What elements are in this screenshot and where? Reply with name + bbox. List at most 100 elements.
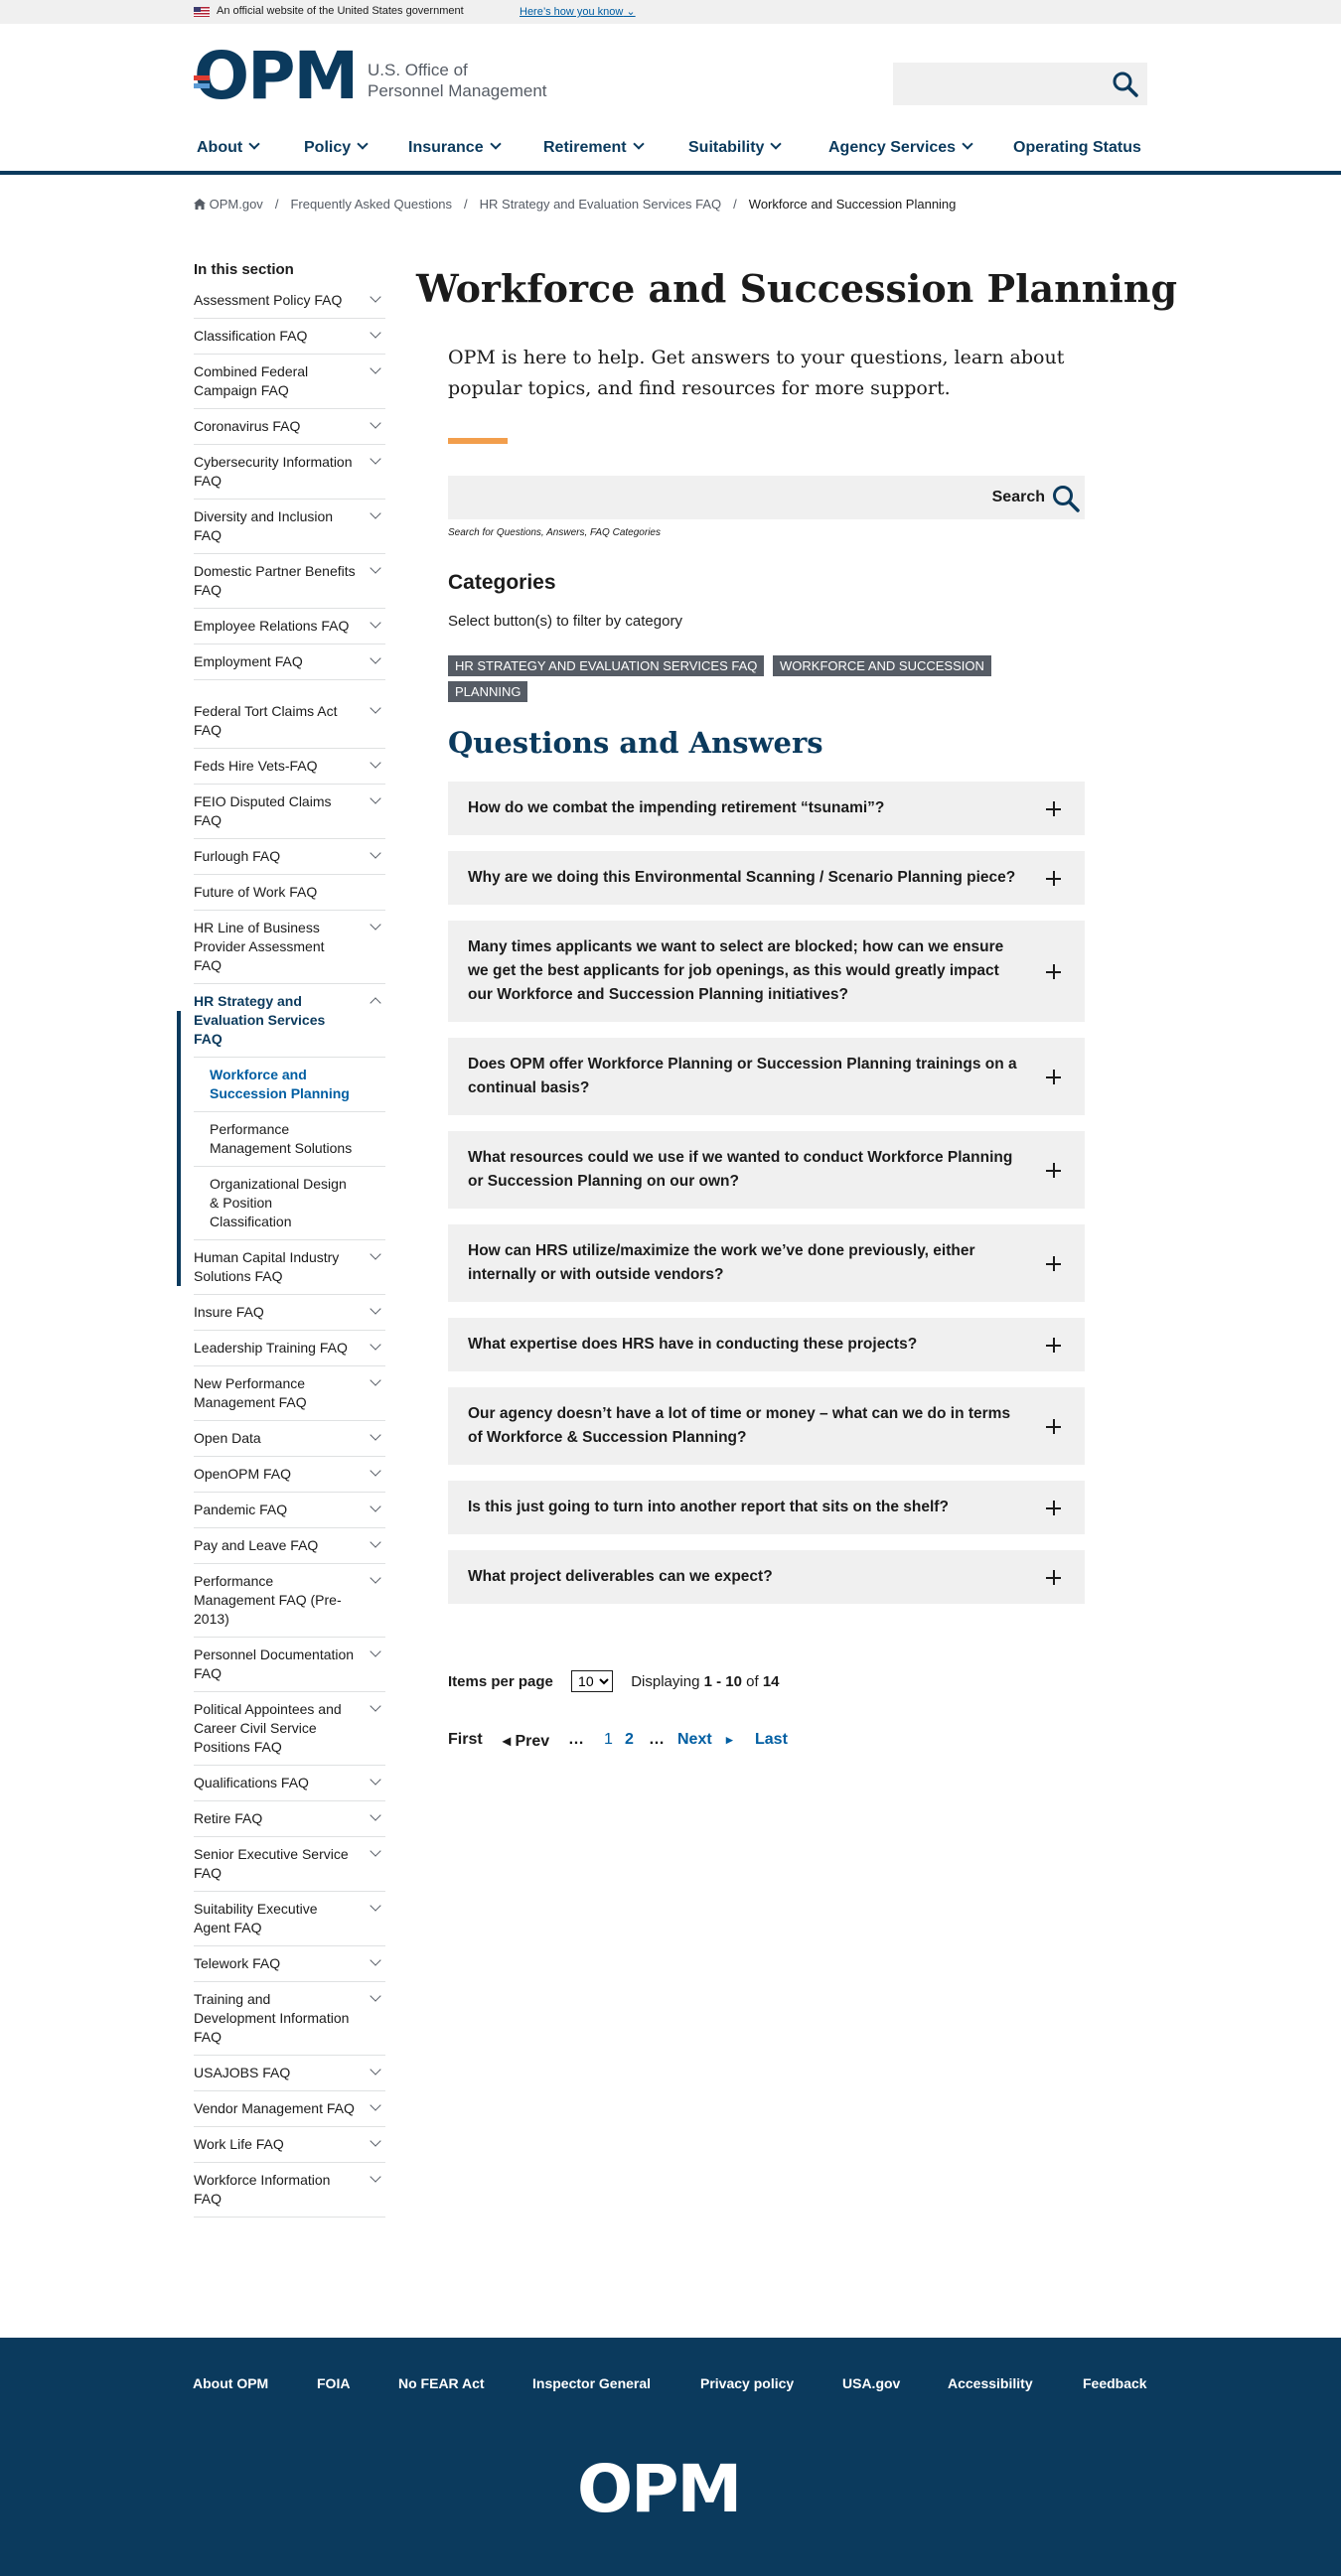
footer-link-about-opm[interactable]: About OPM <box>193 2375 268 2391</box>
qa-item[interactable]: What expertise does HRS have in conducti… <box>448 1318 1085 1371</box>
plus-icon[interactable] <box>1046 964 1061 979</box>
chevron-down-icon[interactable] <box>370 2171 381 2183</box>
next-arrow-icon[interactable]: ▸ <box>726 1732 733 1748</box>
qa-item[interactable]: Does OPM offer Workforce Planning or Suc… <box>448 1038 1085 1115</box>
qa-item[interactable]: Why are we doing this Environmental Scan… <box>448 851 1085 905</box>
chevron-down-icon[interactable] <box>370 327 381 339</box>
chevron-down-icon[interactable] <box>370 919 381 930</box>
chevron-down-icon[interactable] <box>370 2135 381 2147</box>
plus-icon[interactable] <box>1046 801 1061 816</box>
chevron-down-icon[interactable] <box>370 1339 381 1351</box>
footer-opm-logo[interactable]: OPM <box>577 2457 762 2522</box>
qa-item[interactable]: Is this just going to turn into another … <box>448 1481 1085 1534</box>
chevron-down-icon[interactable] <box>370 1845 381 1857</box>
qa-item[interactable]: How can HRS utilize/maximize the work we… <box>448 1224 1085 1302</box>
sidenav-item[interactable]: Senior Executive Service FAQ <box>194 1837 385 1892</box>
chevron-down-icon[interactable] <box>370 652 381 664</box>
chevron-up-icon[interactable] <box>370 997 381 1009</box>
breadcrumb-hr-strategy[interactable]: HR Strategy and Evaluation Services FAQ <box>480 197 722 212</box>
footer-link-feedback[interactable]: Feedback <box>1083 2375 1147 2391</box>
sidenav-item[interactable]: Political Appointees and Career Civil Se… <box>194 1692 385 1766</box>
chevron-down-icon[interactable] <box>370 1700 381 1712</box>
sidenav-item[interactable]: Combined Federal Campaign FAQ <box>194 355 385 409</box>
category-tag-hr-strategy[interactable]: HR STRATEGY AND EVALUATION SERVICES FAQ <box>448 655 765 676</box>
sidenav-item[interactable]: Vendor Management FAQ <box>194 2091 385 2127</box>
chevron-down-icon[interactable] <box>370 1374 381 1386</box>
qa-item[interactable]: How do we combat the impending retiremen… <box>448 782 1085 835</box>
nav-operating-status[interactable]: Operating Status <box>1013 139 1141 157</box>
chevron-down-icon[interactable] <box>370 417 381 429</box>
chevron-down-icon[interactable] <box>370 291 381 303</box>
chevron-down-icon[interactable] <box>370 1303 381 1315</box>
sidenav-item[interactable]: Human Capital Industry Solutions FAQ <box>194 1240 385 1295</box>
chevron-down-icon[interactable] <box>370 1774 381 1786</box>
footer-link-foia[interactable]: FOIA <box>317 2375 350 2391</box>
chevron-down-icon[interactable] <box>370 453 381 465</box>
plus-icon[interactable] <box>1046 1256 1061 1271</box>
pager-page-2[interactable]: 2 <box>625 1731 634 1749</box>
breadcrumb-faq[interactable]: Frequently Asked Questions <box>290 197 452 212</box>
chevron-down-icon[interactable] <box>370 1429 381 1441</box>
chevron-down-icon[interactable] <box>370 792 381 804</box>
nav-agency-services[interactable]: Agency Services <box>828 138 973 157</box>
sidenav-item-active[interactable]: HR Strategy and Evaluation Services FAQ <box>194 984 385 1058</box>
chevron-down-icon[interactable] <box>370 1536 381 1548</box>
sidenav-item[interactable]: Future of Work FAQ <box>194 875 385 911</box>
qa-item[interactable]: Many times applicants we want to select … <box>448 921 1085 1022</box>
breadcrumb-home[interactable]: OPM.gov <box>210 197 263 212</box>
plus-icon[interactable] <box>1046 1419 1061 1434</box>
heres-how-you-know-link[interactable]: Here’s how you know ⌄ <box>520 5 636 18</box>
plus-icon[interactable] <box>1046 1338 1061 1353</box>
sidenav-item[interactable]: Furlough FAQ <box>194 839 385 875</box>
sidenav-item[interactable]: Suitability Executive Agent FAQ <box>194 1892 385 1946</box>
chevron-down-icon[interactable] <box>370 1809 381 1821</box>
sidenav-item[interactable]: Training and Development Information FAQ <box>194 1982 385 2056</box>
faq-search-label[interactable]: Search <box>992 489 1045 506</box>
chevron-down-icon[interactable] <box>370 1248 381 1260</box>
chevron-down-icon[interactable] <box>370 1465 381 1477</box>
pager-next[interactable]: Next <box>677 1731 712 1749</box>
sidenav-item[interactable]: Classification FAQ <box>194 319 385 355</box>
sidenav-item[interactable]: Work Life FAQ <box>194 2127 385 2163</box>
search-icon[interactable] <box>1051 484 1081 513</box>
faq-search-input[interactable]: Search <box>448 476 1085 519</box>
footer-link-usa-gov[interactable]: USA.gov <box>842 2375 900 2391</box>
qa-item[interactable]: What resources could we use if we wanted… <box>448 1131 1085 1209</box>
opm-logo[interactable]: OPM U.S. Office of Personnel Management <box>194 44 561 109</box>
sidenav-item[interactable]: Feds Hire Vets-FAQ <box>194 749 385 785</box>
chevron-down-icon[interactable] <box>370 617 381 629</box>
sidenav-item[interactable]: FEIO Disputed Claims FAQ <box>194 785 385 839</box>
nav-suitability[interactable]: Suitability <box>688 138 783 157</box>
sidenav-item[interactable]: Qualifications FAQ <box>194 1766 385 1801</box>
chevron-down-icon[interactable] <box>370 362 381 374</box>
sidenav-item[interactable]: Cybersecurity Information FAQ <box>194 445 385 500</box>
sidenav-item[interactable]: Personnel Documentation FAQ <box>194 1638 385 1692</box>
sidenav-item[interactable]: HR Line of Business Provider Assessment … <box>194 911 385 984</box>
sidenav-item[interactable]: Leadership Training FAQ <box>194 1331 385 1366</box>
sidenav-item[interactable]: Pay and Leave FAQ <box>194 1528 385 1564</box>
plus-icon[interactable] <box>1046 1070 1061 1084</box>
chevron-down-icon[interactable] <box>370 1572 381 1584</box>
sidenav-item[interactable]: Diversity and Inclusion FAQ <box>194 500 385 554</box>
sidenav-item[interactable]: Domestic Partner Benefits FAQ <box>194 554 385 609</box>
chevron-down-icon[interactable] <box>370 1900 381 1912</box>
plus-icon[interactable] <box>1046 1570 1061 1585</box>
sidenav-item[interactable]: Performance Management FAQ (Pre-2013) <box>194 1564 385 1638</box>
chevron-down-icon[interactable] <box>370 1954 381 1966</box>
nav-about[interactable]: About <box>197 138 260 157</box>
sidenav-item[interactable]: USAJOBS FAQ <box>194 2056 385 2091</box>
sidenav-item[interactable]: Employee Relations FAQ <box>194 609 385 644</box>
footer-link-privacy-policy[interactable]: Privacy policy <box>700 2375 794 2391</box>
sidenav-item[interactable]: Coronavirus FAQ <box>194 409 385 445</box>
chevron-down-icon[interactable] <box>370 1501 381 1512</box>
nav-retirement[interactable]: Retirement <box>543 138 645 157</box>
footer-link-accessibility[interactable]: Accessibility <box>948 2375 1033 2391</box>
sidenav-item[interactable]: Employment FAQ <box>194 644 385 680</box>
chevron-down-icon[interactable] <box>370 507 381 519</box>
footer-link-no-fear-act[interactable]: No FEAR Act <box>398 2375 485 2391</box>
sidenav-item[interactable]: Insure FAQ <box>194 1295 385 1331</box>
sidenav-subitem[interactable]: Performance Management Solutions <box>194 1112 385 1167</box>
sidenav-item[interactable]: New Performance Management FAQ <box>194 1366 385 1421</box>
sidenav-item[interactable]: Open Data <box>194 1421 385 1457</box>
plus-icon[interactable] <box>1046 871 1061 886</box>
